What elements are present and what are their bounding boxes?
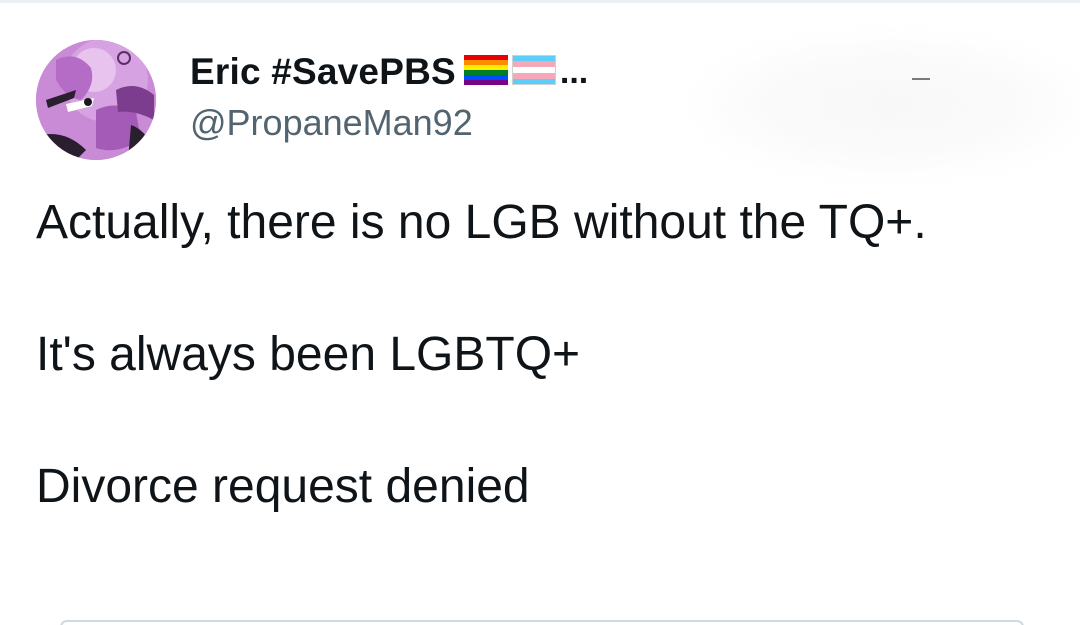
tweet-card: Eric #SavePBS ... @PropaneMan92 Actually…: [0, 0, 1080, 625]
redacted-area: [690, 30, 1080, 180]
name-truncation: ...: [559, 52, 589, 91]
author-handle[interactable]: @PropaneMan92: [190, 102, 473, 144]
tweet-text: Actually, there is no LGB without the TQ…: [36, 190, 1036, 520]
embedded-card-edge: [60, 620, 1024, 625]
avatar-image: [36, 40, 156, 160]
author-name-row[interactable]: Eric #SavePBS ...: [190, 50, 588, 94]
redacted-mark: [912, 78, 930, 80]
rainbow-flag-icon: [463, 54, 508, 90]
avatar[interactable]: [36, 40, 156, 160]
tweet-paragraph-3: Divorce request denied: [36, 460, 530, 513]
tweet-paragraph-2: It's always been LGBTQ+: [36, 328, 581, 381]
display-name[interactable]: Eric #SavePBS: [190, 51, 456, 93]
tweet-paragraph-1: Actually, there is no LGB without the TQ…: [36, 196, 927, 249]
transgender-flag-icon: [511, 54, 556, 90]
divider: [0, 0, 1080, 3]
